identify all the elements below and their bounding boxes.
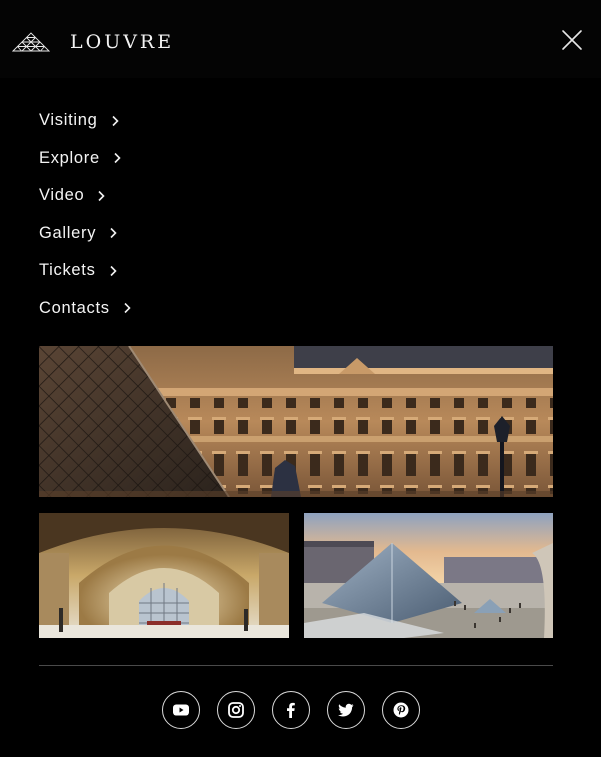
facebook-icon bbox=[287, 702, 295, 718]
nav-item-gallery[interactable]: Gallery bbox=[39, 215, 132, 253]
close-button[interactable] bbox=[560, 28, 584, 52]
social-links bbox=[162, 691, 420, 729]
mobile-menu-panel: LOUVRE Visiting Explore Video Gallery Ti… bbox=[0, 0, 601, 757]
twitter-icon bbox=[338, 703, 354, 717]
footer-divider bbox=[39, 665, 553, 666]
chevron-right-icon bbox=[111, 115, 119, 126]
chevron-right-icon bbox=[110, 228, 117, 239]
nav-item-video[interactable]: Video bbox=[39, 177, 132, 215]
close-icon bbox=[562, 30, 582, 50]
nav-item-label: Gallery bbox=[39, 223, 97, 242]
chevron-right-icon bbox=[124, 303, 131, 314]
nav-item-label: Visiting bbox=[39, 111, 98, 130]
pyramid-courtyard-sunset-photo[interactable] bbox=[304, 513, 553, 638]
twitter-link[interactable] bbox=[327, 691, 365, 729]
header: LOUVRE bbox=[0, 0, 601, 78]
nav-item-visiting[interactable]: Visiting bbox=[39, 102, 132, 140]
chevron-right-icon bbox=[109, 265, 117, 276]
instagram-icon bbox=[228, 702, 244, 718]
nav-item-contacts[interactable]: Contacts bbox=[39, 290, 132, 328]
pinterest-link[interactable] bbox=[382, 691, 420, 729]
nav-item-label: Explore bbox=[39, 148, 100, 167]
palace-gallery-interior-photo[interactable] bbox=[39, 513, 289, 638]
pyramid-icon bbox=[12, 32, 50, 52]
nav-item-label: Video bbox=[39, 186, 85, 205]
nav-item-label: Tickets bbox=[39, 261, 96, 280]
louvre-facade-with-pyramid-photo[interactable] bbox=[39, 346, 553, 497]
nav-item-tickets[interactable]: Tickets bbox=[39, 252, 132, 290]
pinterest-icon bbox=[393, 702, 409, 718]
brand-name: LOUVRE bbox=[70, 31, 175, 53]
nav-item-label: Contacts bbox=[39, 298, 110, 317]
facebook-link[interactable] bbox=[272, 691, 310, 729]
logo-link[interactable]: LOUVRE bbox=[12, 30, 174, 54]
nav-item-explore[interactable]: Explore bbox=[39, 140, 132, 178]
youtube-icon bbox=[173, 704, 189, 716]
chevron-right-icon bbox=[114, 153, 121, 164]
main-nav: Visiting Explore Video Gallery Tickets C… bbox=[39, 102, 132, 327]
chevron-right-icon bbox=[98, 190, 106, 201]
youtube-link[interactable] bbox=[162, 691, 200, 729]
instagram-link[interactable] bbox=[217, 691, 255, 729]
